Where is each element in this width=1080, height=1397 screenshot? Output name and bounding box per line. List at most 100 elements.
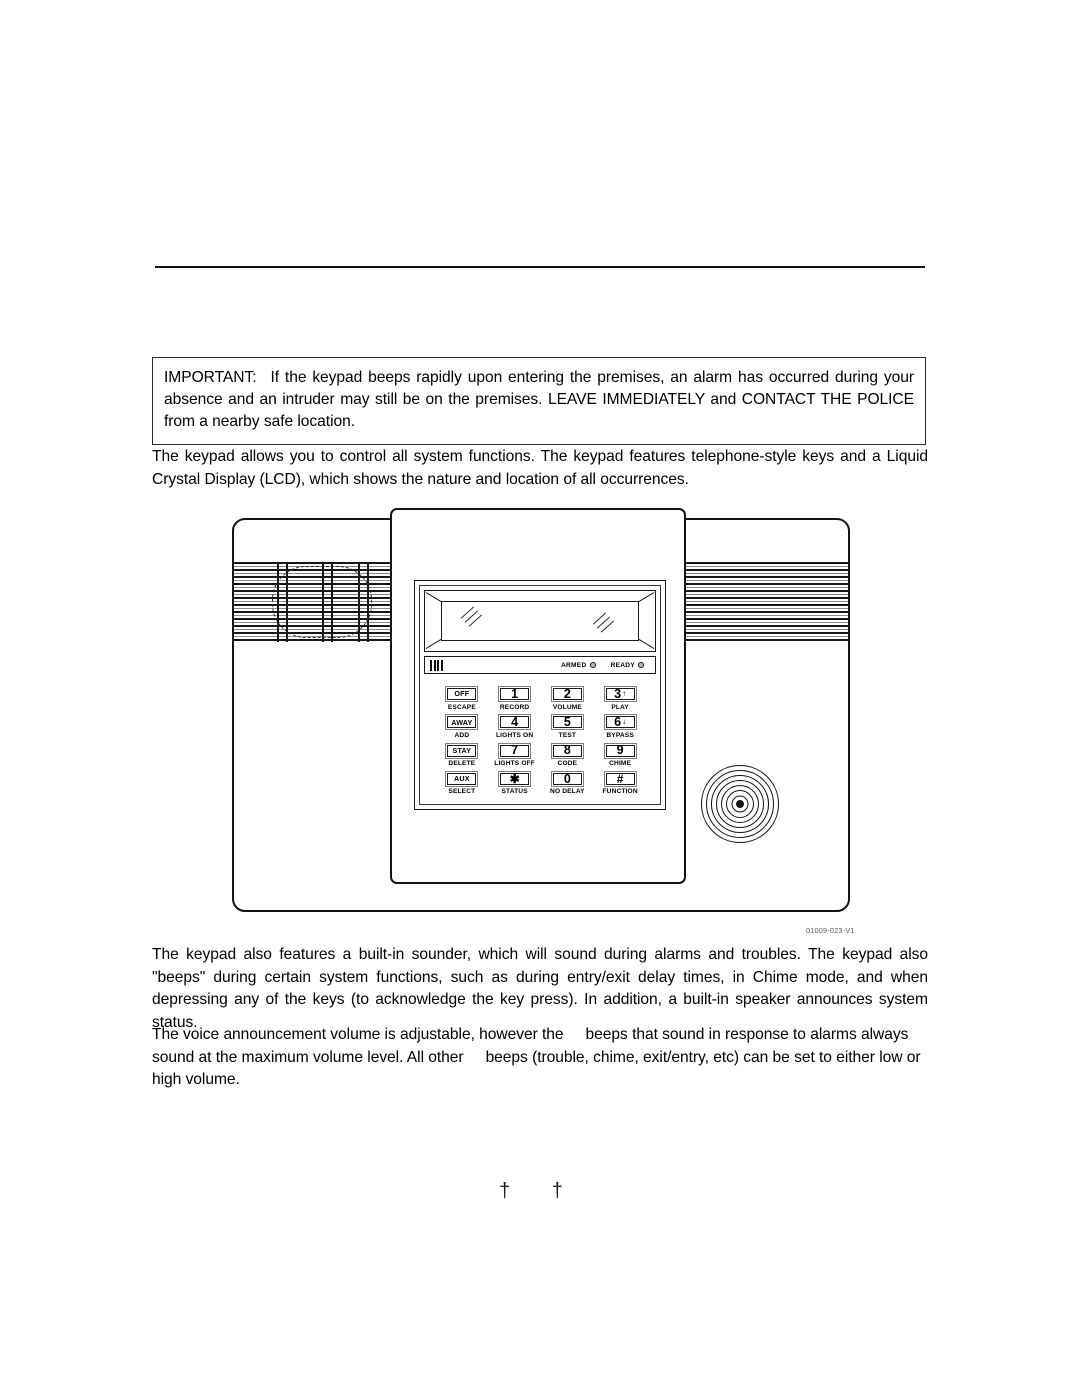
key-cap[interactable]: ✱ bbox=[498, 770, 532, 787]
key-face-text: 3 bbox=[614, 686, 622, 701]
keypad-key-grid: OFF ESCAPE 1 RECORD 2 VOLUME 3 ↑ PLAY AW… bbox=[432, 684, 650, 798]
key-face-text: 8 bbox=[563, 743, 571, 758]
key-face-text: 6 bbox=[614, 715, 622, 729]
key-0[interactable]: 0 NO DELAY bbox=[544, 770, 592, 798]
important-notice-box: IMPORTANT: If the keypad beeps rapidly up… bbox=[152, 357, 926, 446]
key-cap[interactable]: AUX bbox=[445, 770, 479, 787]
key-3[interactable]: 3 ↑ PLAY bbox=[596, 686, 644, 713]
armed-indicator: ARMED bbox=[561, 662, 596, 669]
key-star[interactable]: ✱ STATUS bbox=[491, 770, 539, 798]
armed-led-icon bbox=[589, 662, 596, 668]
key-cap[interactable]: OFF bbox=[445, 686, 479, 702]
key-5[interactable]: 5 TEST bbox=[544, 714, 592, 741]
important-label: IMPORTANT: bbox=[164, 369, 257, 386]
arrow-down-icon: ↓ bbox=[622, 717, 627, 727]
key-sublabel: LIGHTS ON bbox=[496, 731, 534, 739]
key-face-text: 2 bbox=[563, 686, 571, 701]
hash-icon: # bbox=[616, 771, 624, 786]
key-sublabel: RECORD bbox=[499, 703, 530, 711]
key-sublabel: SELECT bbox=[448, 788, 476, 796]
key-face-text: 7 bbox=[511, 743, 519, 758]
ready-indicator: READY bbox=[611, 662, 644, 669]
key-2[interactable]: 2 VOLUME bbox=[544, 686, 592, 713]
arrow-up-icon: ↑ bbox=[622, 689, 627, 698]
paragraph-volume-part1: The voice announcement volume is adjusta… bbox=[152, 1026, 564, 1043]
key-away[interactable]: AWAY ADD bbox=[438, 714, 486, 741]
lcd-bevel-edge bbox=[637, 638, 655, 649]
key-face-text: 9 bbox=[616, 743, 624, 758]
key-sublabel: LIGHTS OFF bbox=[494, 760, 535, 767]
key-1[interactable]: 1 RECORD bbox=[491, 686, 539, 713]
star-icon: ✱ bbox=[509, 771, 520, 786]
key-cap[interactable]: 3 ↑ bbox=[603, 686, 637, 702]
key-stay[interactable]: STAY DELETE bbox=[438, 742, 486, 770]
lcd-glare-icon bbox=[459, 606, 483, 627]
key-cap[interactable]: 9 bbox=[603, 742, 637, 759]
key-cap[interactable]: 1 bbox=[498, 686, 532, 702]
key-6[interactable]: 6 ↓ BYPASS bbox=[596, 714, 644, 741]
key-sublabel: ADD bbox=[454, 731, 470, 739]
header-rule bbox=[155, 266, 925, 268]
key-face-group: 6 ↓ bbox=[614, 716, 626, 729]
lcd-bevel bbox=[425, 591, 655, 651]
key-face-text: STAY bbox=[452, 745, 472, 755]
key-sublabel: CODE bbox=[557, 760, 578, 767]
key-cap[interactable]: 8 bbox=[550, 742, 584, 759]
key-face-text: 4 bbox=[511, 715, 519, 729]
key-cap[interactable]: 2 bbox=[550, 686, 584, 702]
footer-dagger-marks: † † bbox=[499, 1180, 581, 1202]
key-sublabel: CHIME bbox=[609, 760, 632, 767]
ready-label: READY bbox=[610, 661, 635, 669]
key-cap[interactable]: # bbox=[603, 770, 637, 787]
keypad-bezel-inner: ARMED READY OFF ESCAPE 1 RECORD 2 VOLUME… bbox=[419, 585, 661, 805]
key-hash[interactable]: # FUNCTION bbox=[596, 770, 644, 798]
key-cap[interactable]: STAY bbox=[445, 742, 479, 759]
key-9[interactable]: 9 CHIME bbox=[596, 742, 644, 770]
key-sublabel: VOLUME bbox=[552, 703, 582, 711]
key-face-text: 5 bbox=[563, 715, 571, 729]
key-sublabel: DELETE bbox=[448, 760, 476, 767]
figure-id: 01009-023-V1 bbox=[806, 926, 855, 935]
key-7[interactable]: 7 LIGHTS OFF bbox=[491, 742, 539, 770]
key-cap[interactable]: 6 ↓ bbox=[603, 714, 637, 731]
key-cap[interactable]: 0 bbox=[550, 770, 584, 787]
key-sublabel: BYPASS bbox=[606, 731, 634, 739]
lcd-glare-icon bbox=[591, 612, 615, 633]
important-notice-text: IMPORTANT: If the keypad beeps rapidly up… bbox=[164, 367, 914, 433]
key-sublabel: NO DELAY bbox=[550, 788, 585, 796]
key-sublabel: TEST bbox=[558, 731, 577, 739]
key-4[interactable]: 4 LIGHTS ON bbox=[491, 714, 539, 741]
document-page: IMPORTANT: If the keypad beeps rapidly up… bbox=[0, 0, 1080, 1397]
key-8[interactable]: 8 CODE bbox=[544, 742, 592, 770]
indicator-strip: ARMED READY bbox=[424, 656, 656, 674]
key-face-text: AWAY bbox=[451, 717, 473, 727]
lcd-bevel-edge bbox=[637, 592, 655, 603]
key-cap[interactable]: 4 bbox=[498, 714, 532, 731]
key-cap[interactable]: AWAY bbox=[445, 714, 479, 731]
key-face-text: AUX bbox=[453, 774, 470, 784]
key-cap[interactable]: 7 bbox=[498, 742, 532, 759]
important-body: If the keypad beeps rapidly upon enterin… bbox=[164, 369, 914, 431]
key-sublabel: FUNCTION bbox=[602, 788, 638, 796]
contrast-bars-icon bbox=[430, 659, 444, 671]
key-face-text: 0 bbox=[563, 771, 571, 786]
key-face-text: OFF bbox=[454, 689, 470, 699]
key-off[interactable]: OFF ESCAPE bbox=[438, 686, 486, 713]
keypad-center-panel: ARMED READY OFF ESCAPE 1 RECORD 2 VOLUME… bbox=[390, 508, 686, 884]
paragraph-sounder: The keypad also features a built-in soun… bbox=[152, 946, 928, 1031]
ready-led-icon bbox=[638, 662, 644, 668]
paragraph-volume: The voice announcement volume is adjusta… bbox=[152, 1024, 928, 1092]
key-face-group: 3 ↑ bbox=[614, 688, 626, 701]
microphone-vent-left bbox=[234, 562, 412, 642]
key-sublabel: ESCAPE bbox=[447, 703, 476, 711]
key-cap[interactable]: 5 bbox=[550, 714, 584, 731]
paragraph-intro: The keypad allows you to control all sys… bbox=[152, 448, 928, 488]
lcd-display bbox=[424, 590, 656, 652]
speaker-icon bbox=[701, 765, 779, 843]
keypad-bezel: ARMED READY OFF ESCAPE 1 RECORD 2 VOLUME… bbox=[414, 580, 666, 810]
key-sublabel: STATUS bbox=[501, 788, 528, 796]
led-group: ARMED READY bbox=[561, 662, 655, 669]
key-aux[interactable]: AUX SELECT bbox=[438, 770, 486, 798]
key-sublabel: PLAY bbox=[611, 703, 629, 711]
armed-label: ARMED bbox=[561, 661, 587, 669]
